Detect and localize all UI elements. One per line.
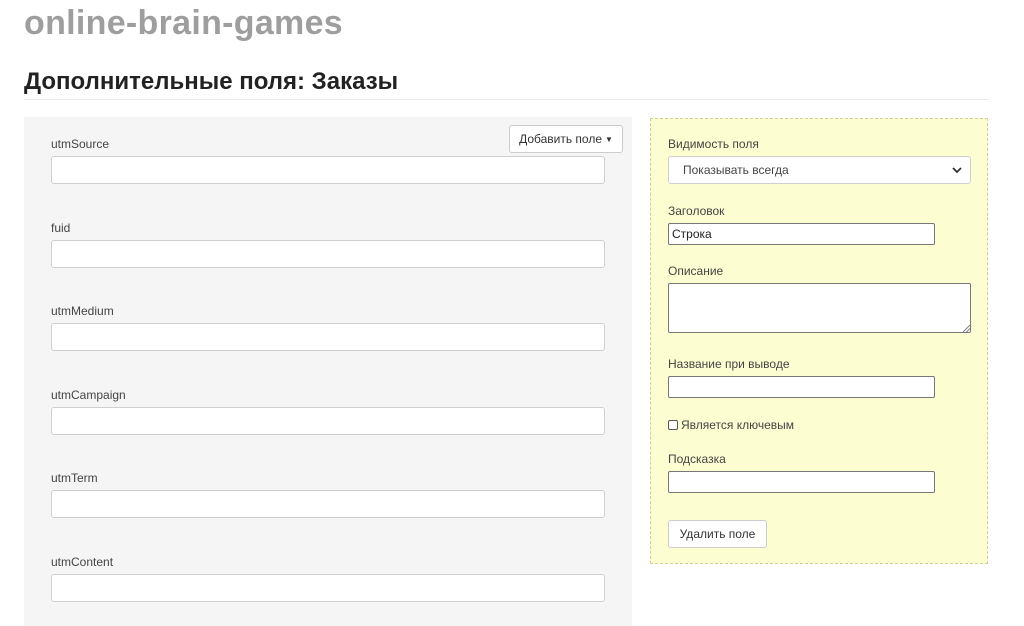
utmcontent-field[interactable]: [51, 574, 605, 602]
field-label-utmterm: utmTerm: [51, 471, 98, 485]
field-label-utmmedium: utmMedium: [51, 304, 114, 318]
chevron-down-icon: [952, 166, 962, 173]
fields-list-panel: Добавить поле ▼ utmSource fuid utmMedium…: [24, 117, 632, 626]
utmcampaign-field[interactable]: [51, 407, 605, 435]
add-field-button[interactable]: Добавить поле ▼: [509, 125, 623, 153]
fuid-field[interactable]: [51, 240, 605, 268]
field-settings-panel: Видимость поля Показывать всегда Заголов…: [650, 118, 988, 564]
heading-field[interactable]: [668, 223, 935, 245]
delete-field-button[interactable]: Удалить поле: [668, 520, 767, 548]
is-key-label: Является ключевым: [681, 418, 795, 432]
utmmedium-field[interactable]: [51, 323, 605, 351]
utmterm-field[interactable]: [51, 490, 605, 518]
visibility-label: Видимость поля: [668, 137, 759, 151]
heading-label: Заголовок: [668, 204, 725, 218]
site-title: online-brain-games: [24, 4, 344, 42]
resize-grip-icon[interactable]: [963, 325, 970, 332]
checkbox-icon[interactable]: [668, 420, 678, 430]
utmsource-field[interactable]: [51, 156, 605, 184]
caret-down-icon: ▼: [605, 134, 613, 144]
output-name-field[interactable]: [668, 376, 935, 398]
description-field[interactable]: [668, 283, 971, 333]
field-label-utmsource: utmSource: [51, 137, 110, 151]
visibility-select[interactable]: Показывать всегда: [668, 156, 971, 184]
hint-field[interactable]: [668, 471, 935, 493]
field-label-utmcontent: utmContent: [51, 555, 114, 569]
description-label: Описание: [668, 264, 724, 278]
field-label-fuid: fuid: [51, 221, 71, 235]
is-key-row[interactable]: Является ключевым: [668, 418, 794, 432]
title-divider: [24, 99, 988, 100]
field-label-utmcampaign: utmCampaign: [51, 388, 126, 402]
hint-label: Подсказка: [668, 452, 726, 466]
add-field-button-label: Добавить поле: [519, 132, 603, 146]
output-name-label: Название при выводе: [668, 357, 790, 371]
visibility-selected-value: Показывать всегда: [683, 163, 789, 177]
page-title: Дополнительные поля: Заказы: [24, 68, 399, 95]
